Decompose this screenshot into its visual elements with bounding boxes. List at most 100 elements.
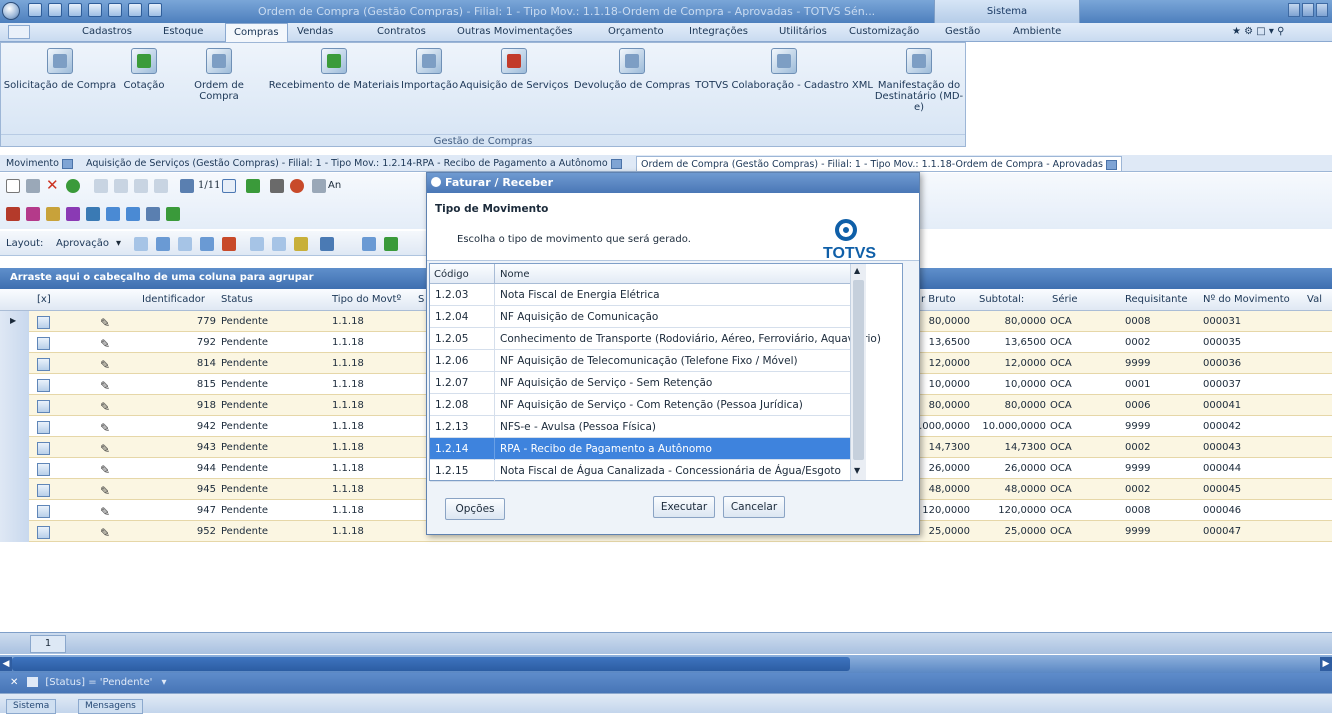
menu-utilitarios[interactable]: Utilitários [779,26,827,37]
page-indicator[interactable]: 1 [30,635,66,653]
filter-dropdown-icon[interactable] [166,207,180,221]
tab-ordem-compra[interactable]: Ordem de Compra (Gestão Compras) - Filia… [636,156,1122,171]
row-checkbox[interactable] [37,442,50,455]
tool-icon-3[interactable] [46,207,60,221]
list-item[interactable]: 1.2.04 NF Aquisição de Comunicação [430,306,850,328]
print-icon[interactable] [270,179,284,193]
horizontal-scrollbar[interactable]: ◀ ▶ [0,655,1332,673]
col-serie[interactable]: Série [1052,294,1078,305]
first-record-icon[interactable] [94,179,108,193]
search-icon[interactable] [180,179,194,193]
scroll-up-icon[interactable]: ▲ [854,266,860,275]
row-indicator[interactable] [0,395,29,416]
execute-button[interactable]: Executar [653,496,715,518]
calendar-icon[interactable] [88,3,102,17]
list-vertical-scrollbar[interactable]: ▲ ▼ [850,264,866,480]
solicitacao-compra-button[interactable]: Solicitação de Compra [3,48,117,91]
menu-integracoes[interactable]: Integrações [689,26,748,37]
layout-icon-7[interactable] [272,237,286,251]
col-numero-movimento[interactable]: Nº do Movimento [1203,294,1290,305]
aquisicao-servicos-button[interactable]: Aquisição de Serviços [457,48,571,91]
edit-pencil-icon[interactable]: ✎ [100,484,111,498]
row-checkbox[interactable] [37,484,50,497]
close-tab-icon[interactable] [610,158,622,169]
new-icon[interactable] [68,3,82,17]
col-val[interactable]: Val [1307,294,1322,305]
list-item[interactable]: 1.2.05 Conhecimento de Transporte (Rodovi… [430,328,881,350]
menu-gestao[interactable]: Gestão [945,26,980,37]
layout-icon-4[interactable] [200,237,214,251]
tool-icon-6[interactable] [106,207,120,221]
scroll-right-icon[interactable]: ▶ [1320,657,1332,671]
chevron-down-icon[interactable]: ▾ [116,238,121,249]
edit-pencil-icon[interactable]: ✎ [100,421,111,435]
layout-icon-9[interactable] [362,237,376,251]
menu-vendas[interactable]: Vendas [297,26,333,37]
col-requisitante[interactable]: Requisitante [1125,294,1188,305]
tool-icon-5[interactable] [86,207,100,221]
minimize-icon[interactable] [1288,3,1300,17]
row-indicator[interactable] [0,479,29,500]
process-icon[interactable] [246,179,260,193]
scroll-left-icon[interactable]: ◀ [0,657,12,671]
row-indicator[interactable] [0,437,29,458]
col-valor-bruto[interactable]: r Bruto [921,294,956,305]
row-checkbox[interactable] [37,358,50,371]
layout-icon-10[interactable] [384,237,398,251]
row-indicator[interactable] [0,500,29,521]
help-icon[interactable] [128,3,142,17]
window-icon[interactable] [148,3,162,17]
menu-compras[interactable]: Compras [225,23,288,42]
layout-icon-2[interactable] [156,237,170,251]
row-indicator[interactable]: ▶ [0,311,29,332]
row-indicator[interactable] [0,521,29,542]
options-button[interactable]: Opções [445,498,505,520]
chart-icon[interactable] [320,237,334,251]
last-record-icon[interactable] [154,179,168,193]
filter-text[interactable]: [Status] = 'Pendente' [45,677,152,688]
col-nome[interactable]: Nome [500,269,530,280]
row-checkbox[interactable] [37,505,50,518]
row-checkbox[interactable] [37,400,50,413]
row-checkbox[interactable] [37,463,50,476]
app-menu-orb[interactable] [2,2,20,20]
list-item[interactable]: 1.2.03 Nota Fiscal de Energia Elétrica [430,284,850,306]
layout-icon-5[interactable] [222,237,236,251]
previous-record-icon[interactable] [114,179,128,193]
edit-pencil-icon[interactable]: ✎ [100,400,111,414]
system-tab[interactable]: Sistema [934,0,1080,23]
row-checkbox[interactable] [37,421,50,434]
row-indicator[interactable] [0,353,29,374]
scroll-thumb[interactable] [853,280,864,460]
layout-icon-6[interactable] [250,237,264,251]
restore-icon[interactable] [1302,3,1314,17]
edit-icon[interactable] [26,179,40,193]
filter-icon[interactable] [146,207,160,221]
calendar-icon[interactable] [222,179,236,193]
tab-movimento[interactable]: Movimento [2,156,77,171]
col-subtotal[interactable]: Subtotal: [979,294,1024,305]
menu-ambiente[interactable]: Ambiente [1013,26,1061,37]
layout-selector[interactable]: Aprovação [56,238,109,249]
list-item[interactable]: 1.2.06 NF Aquisição de Telecomunicação (T… [430,350,850,372]
status-tab-sistema[interactable]: Sistema [6,699,57,714]
edit-pencil-icon[interactable]: ✎ [100,379,111,393]
tool-icon-7[interactable] [126,207,140,221]
col-select[interactable]: [x] [37,294,51,305]
filter-dropdown-icon[interactable]: ▾ [162,677,167,688]
help-tools-icons[interactable]: ★ ⚙ □ ▾ ⚲ [1232,26,1284,37]
importacao-button[interactable]: Importação [401,48,458,91]
cancel-button[interactable]: Cancelar [723,496,785,518]
tool-icon-4[interactable] [66,207,80,221]
close-icon[interactable] [1316,3,1328,17]
devolucao-compras-button[interactable]: Devolução de Compras [573,48,691,91]
edit-pencil-icon[interactable]: ✎ [100,442,111,456]
edit-pencil-icon[interactable]: ✎ [100,526,111,540]
cotacao-button[interactable]: Cotação [119,48,169,91]
menu-orcamento[interactable]: Orçamento [608,26,664,37]
next-record-icon[interactable] [134,179,148,193]
edit-pencil-icon[interactable]: ✎ [100,505,111,519]
list-item[interactable]: 1.2.15 Nota Fiscal de Água Canalizada - C… [430,460,850,482]
refresh-icon[interactable] [66,179,80,193]
row-checkbox[interactable] [37,316,50,329]
